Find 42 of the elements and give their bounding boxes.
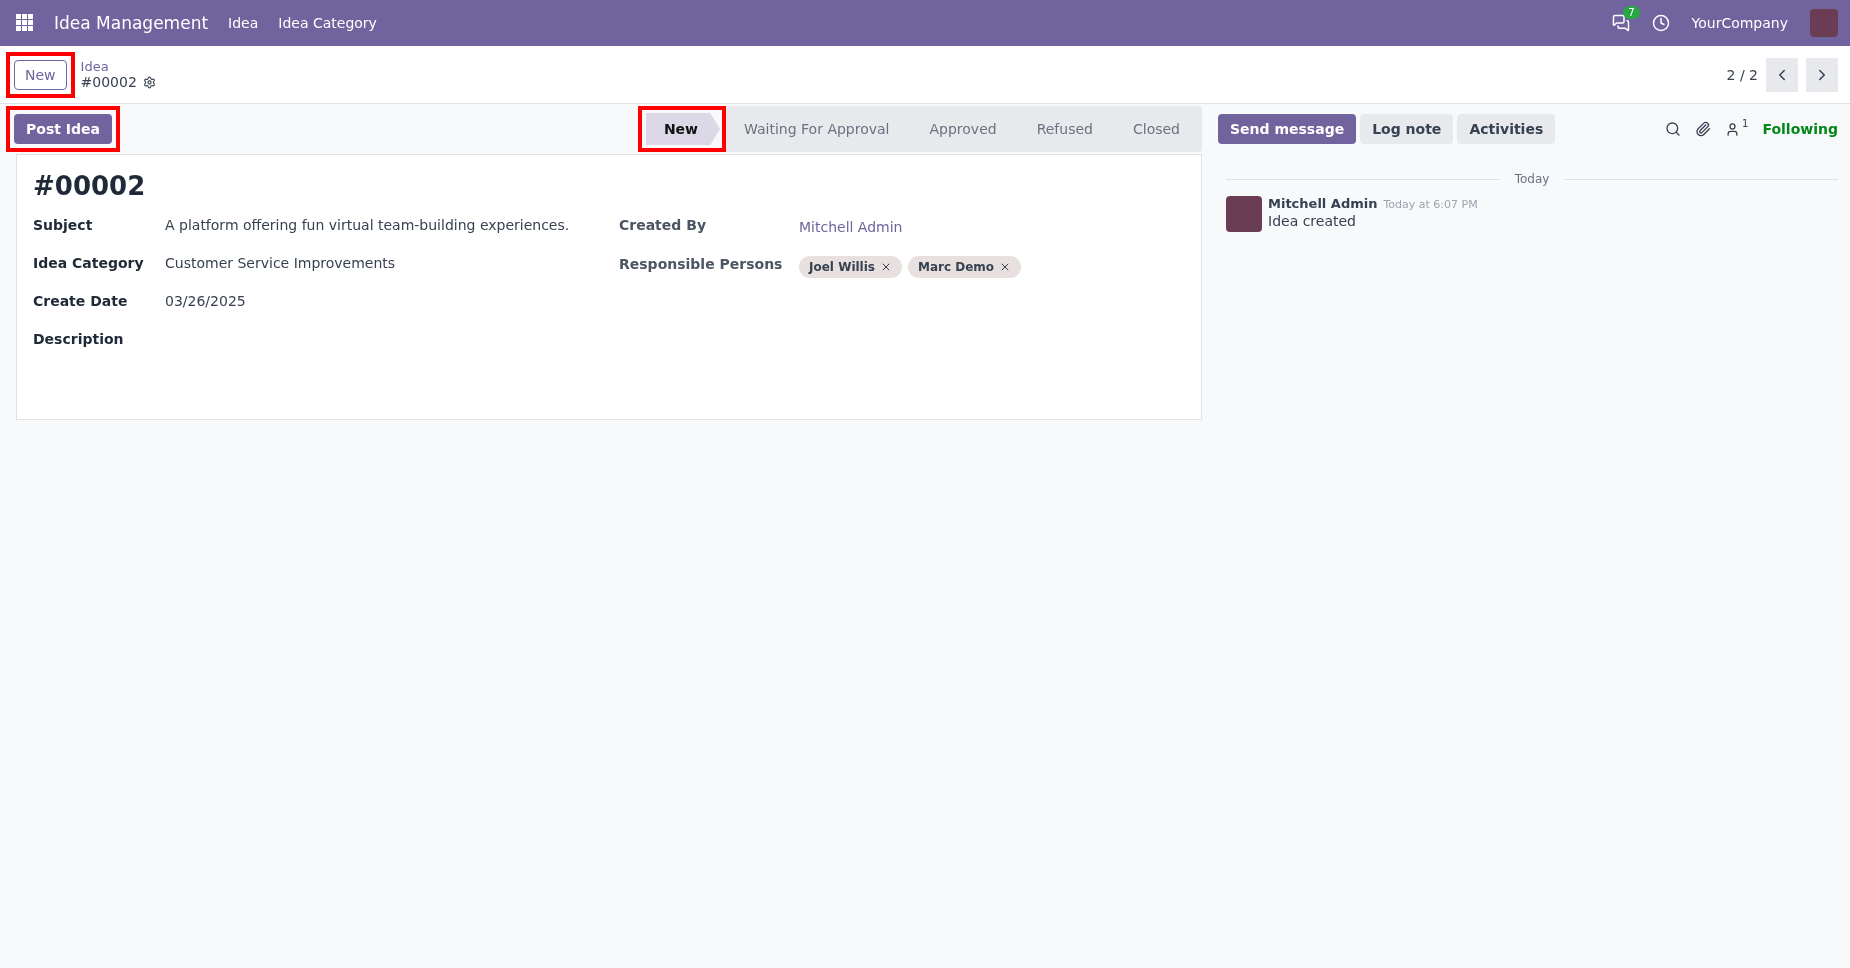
pager-counter: 2 / 2 [1726,66,1758,83]
field-value[interactable]: 03/26/2025 [165,293,599,311]
field-label: Created By [619,217,707,235]
breadcrumb-link[interactable]: Idea [80,59,156,74]
new-button[interactable]: New [14,59,67,90]
app-title[interactable]: Idea Management [54,13,209,33]
search-icon[interactable] [1665,121,1682,137]
message-author: Mitchell Admin [1268,196,1378,211]
field-label: Description [33,331,125,349]
company-name[interactable]: YourCompany [1691,15,1788,31]
message-time: Today at 6:07 PM [1383,198,1478,211]
record-name: #00002 [80,74,137,90]
record-title: #00002 [33,171,147,201]
settings-icon[interactable] [142,75,156,89]
chat-icon[interactable] [1611,14,1630,32]
field-label: Create Date [33,293,129,311]
date-separator: Today [1514,172,1550,186]
person-tag[interactable]: Joel Willis [799,256,902,278]
chatter-button[interactable]: Log note [1360,114,1454,144]
menu-item[interactable]: Idea [228,15,259,31]
stage-step[interactable]: New [645,113,721,145]
menu-item[interactable]: Idea Category [278,15,377,31]
chatter-button[interactable]: Activities [1457,114,1556,144]
field-value[interactable]: A platform offering fun virtual team-building experiences. [165,217,599,235]
chatter-button[interactable]: Send message [1218,114,1357,144]
field-label: Subject [33,217,94,235]
person-icon[interactable] [1725,121,1741,137]
message-count-badge: 7 [1623,6,1640,19]
following-link[interactable]: Following [1762,121,1838,137]
author-avatar [1226,196,1262,232]
user-link[interactable]: Mitchell Admin [799,219,903,235]
clock-icon[interactable] [1651,14,1670,32]
apps-grid-icon[interactable] [16,14,34,32]
field-value[interactable]: Customer Service Improvements [165,255,599,273]
followers-count: 1 [1742,117,1749,129]
remove-icon[interactable] [880,261,892,273]
message-body: Idea created [1268,213,1356,229]
field-label: Idea Category [33,255,145,273]
field-label: Responsible Persons [619,256,784,274]
person-tag[interactable]: Marc Demo [908,256,1022,278]
paperclip-icon[interactable] [1695,121,1712,137]
post-idea-button[interactable]: Post Idea [14,114,112,144]
